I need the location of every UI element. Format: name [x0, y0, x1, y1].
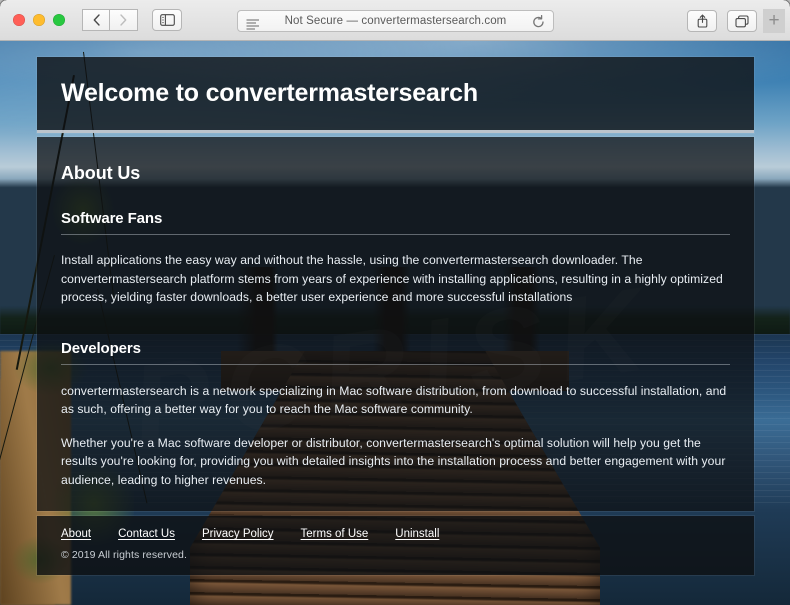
back-button[interactable] [82, 9, 110, 31]
address-bar[interactable]: Not Secure — convertermastersearch.com [237, 10, 554, 32]
address-text: Not Secure — convertermastersearch.com [284, 15, 507, 27]
browser-toolbar: Not Secure — convertermastersearch.com + [0, 0, 790, 41]
footer-link-terms-of-use[interactable]: Terms of Use [301, 528, 369, 540]
footer-links: About Contact Us Privacy Policy Terms of… [61, 528, 730, 540]
software-fans-paragraph: Install applications the easy way and wi… [61, 253, 723, 304]
new-tab-button[interactable]: + [763, 9, 785, 33]
toolbar-right-buttons [687, 10, 757, 32]
copyright-text: © 2019 All rights reserved. [61, 549, 187, 561]
site-footer: About Contact Us Privacy Policy Terms of… [37, 516, 754, 575]
minimize-window-button[interactable] [33, 14, 45, 26]
footer-link-about[interactable]: About [61, 528, 91, 540]
developers-paragraph-2: Whether you're a Mac software developer … [61, 435, 726, 487]
window-controls [13, 14, 65, 26]
chevron-left-icon [93, 14, 100, 26]
share-button[interactable] [687, 10, 717, 32]
reload-button[interactable] [532, 14, 545, 34]
navigation-buttons [82, 9, 138, 31]
about-section: About Us Software Fans Install applicati… [37, 137, 754, 511]
site-header: Welcome to convertermastersearch [37, 57, 754, 133]
maximize-window-button[interactable] [53, 14, 65, 26]
footer-link-uninstall[interactable]: Uninstall [395, 528, 439, 540]
sidebar-icon [159, 14, 175, 26]
share-icon [697, 14, 707, 28]
tab-overview-button[interactable] [727, 10, 757, 32]
software-fans-heading: Software Fans [61, 210, 730, 235]
sidebar-toggle-button[interactable] [152, 9, 182, 31]
reader-view-icon[interactable] [246, 17, 260, 35]
tab-overview-icon [735, 14, 749, 27]
site-content: Welcome to convertermastersearch About U… [37, 57, 754, 575]
developers-heading: Developers [61, 340, 730, 365]
browser-window: Not Secure — convertermastersearch.com +… [0, 0, 790, 605]
page-title: Welcome to convertermastersearch [61, 79, 478, 107]
forward-button [110, 9, 138, 31]
about-heading: About Us [61, 163, 141, 183]
developers-paragraph-1: convertermastersearch is a network speci… [61, 383, 727, 417]
footer-link-contact-us[interactable]: Contact Us [118, 528, 175, 540]
reload-icon [533, 14, 544, 28]
page-viewport: PCRISK Welcome to convertermastersearch … [0, 41, 790, 605]
footer-link-privacy-policy[interactable]: Privacy Policy [202, 528, 274, 540]
chevron-right-icon [120, 14, 127, 26]
close-window-button[interactable] [13, 14, 25, 26]
